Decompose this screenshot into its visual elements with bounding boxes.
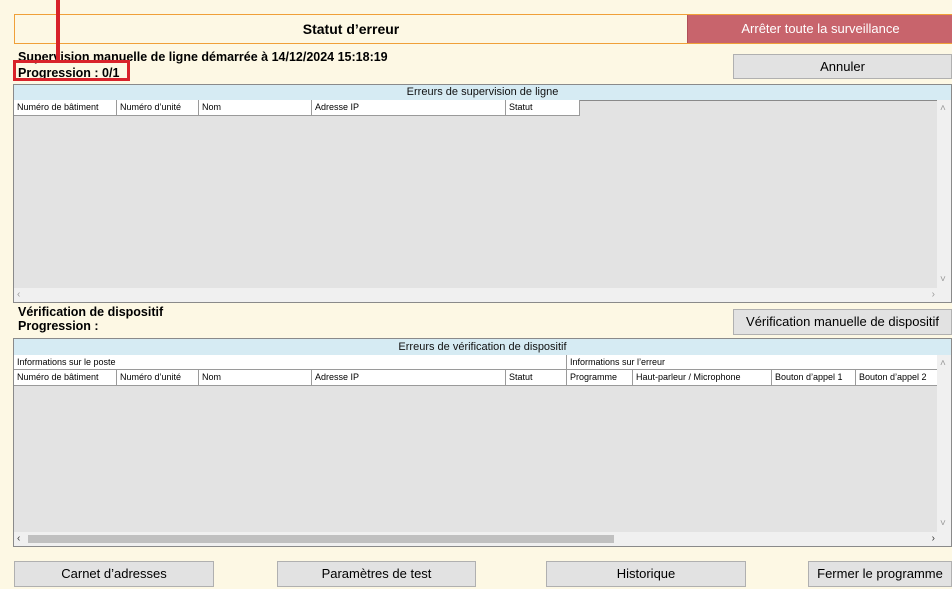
scroll-right-arrow-icon[interactable]: › (932, 290, 935, 300)
group-header-error-info: Informations sur l’erreur (567, 355, 939, 369)
col-header-status[interactable]: Statut (506, 100, 580, 115)
scroll-down-arrow-icon[interactable]: ˅ (940, 519, 946, 529)
device-check-column-headers: Numéro de bâtiment Numéro d’unité Nom Ad… (14, 370, 939, 386)
window-title: Statut d’erreur (302, 21, 400, 37)
line-supervision-errors-panel: Erreurs de supervision de ligne Numéro d… (13, 84, 952, 303)
test-parameters-button[interactable]: Paramètres de test (277, 561, 476, 587)
progress-highlight-box (13, 60, 130, 81)
col-header-ip-address[interactable]: Adresse IP (312, 100, 506, 115)
scroll-down-arrow-icon[interactable]: ˅ (940, 275, 946, 285)
col-header-call-button-1[interactable]: Bouton d’appel 1 (772, 370, 856, 385)
scroll-left-arrow-icon[interactable]: ‹ (17, 290, 20, 300)
address-book-button[interactable]: Carnet d’adresses (14, 561, 214, 587)
device-check-errors-panel: Erreurs de vérification de dispositif In… (13, 338, 952, 547)
device-check-horizontal-scrollbar[interactable]: ‹ › (14, 532, 951, 546)
col-header-status[interactable]: Statut (506, 370, 567, 385)
line-supervision-panel-title: Erreurs de supervision de ligne (14, 85, 951, 101)
device-check-vertical-scrollbar[interactable]: ˄ ˅ (937, 355, 951, 532)
device-check-progress-text: Progression : (18, 319, 99, 333)
device-check-panel-title: Erreurs de vérification de dispositif (14, 339, 951, 356)
scroll-right-arrow-icon[interactable]: › (932, 534, 935, 544)
col-header-ip-address[interactable]: Adresse IP (312, 370, 506, 385)
close-program-button[interactable]: Fermer le programme (808, 561, 952, 587)
scroll-up-arrow-icon[interactable]: ˄ (940, 104, 946, 114)
col-header-call-button-2[interactable]: Bouton d’appel 2 (856, 370, 939, 385)
history-button[interactable]: Historique (546, 561, 746, 587)
device-check-section-label: Vérification de dispositif (18, 305, 164, 319)
device-check-group-headers: Informations sur le poste Informations s… (14, 355, 939, 370)
col-header-building-number[interactable]: Numéro de bâtiment (14, 100, 117, 115)
col-header-name[interactable]: Nom (199, 100, 312, 115)
horizontal-scroll-thumb[interactable] (28, 535, 614, 543)
col-header-unit-number[interactable]: Numéro d’unité (117, 370, 199, 385)
group-header-station-info: Informations sur le poste (14, 355, 567, 369)
col-header-name[interactable]: Nom (199, 370, 312, 385)
cancel-button[interactable]: Annuler (733, 54, 952, 79)
manual-device-check-button[interactable]: Vérification manuelle de dispositif (733, 309, 952, 335)
title-bar: Statut d’erreur Arrêter toute la surveil… (14, 14, 952, 44)
col-header-program[interactable]: Programme (567, 370, 633, 385)
scroll-up-arrow-icon[interactable]: ˄ (940, 359, 946, 369)
line-supervision-vertical-scrollbar[interactable]: ˄ ˅ (937, 100, 951, 288)
col-header-building-number[interactable]: Numéro de bâtiment (14, 370, 117, 385)
annotation-pointer-line (56, 0, 60, 60)
scroll-left-arrow-icon[interactable]: ‹ (17, 534, 20, 544)
line-supervision-column-headers: Numéro de bâtiment Numéro d’unité Nom Ad… (14, 100, 580, 116)
line-supervision-horizontal-scrollbar[interactable]: ‹ › (14, 288, 951, 302)
stop-all-monitoring-button[interactable]: Arrêter toute la surveillance (687, 15, 952, 43)
col-header-speaker-microphone[interactable]: Haut-parleur / Microphone (633, 370, 772, 385)
col-header-unit-number[interactable]: Numéro d’unité (117, 100, 199, 115)
